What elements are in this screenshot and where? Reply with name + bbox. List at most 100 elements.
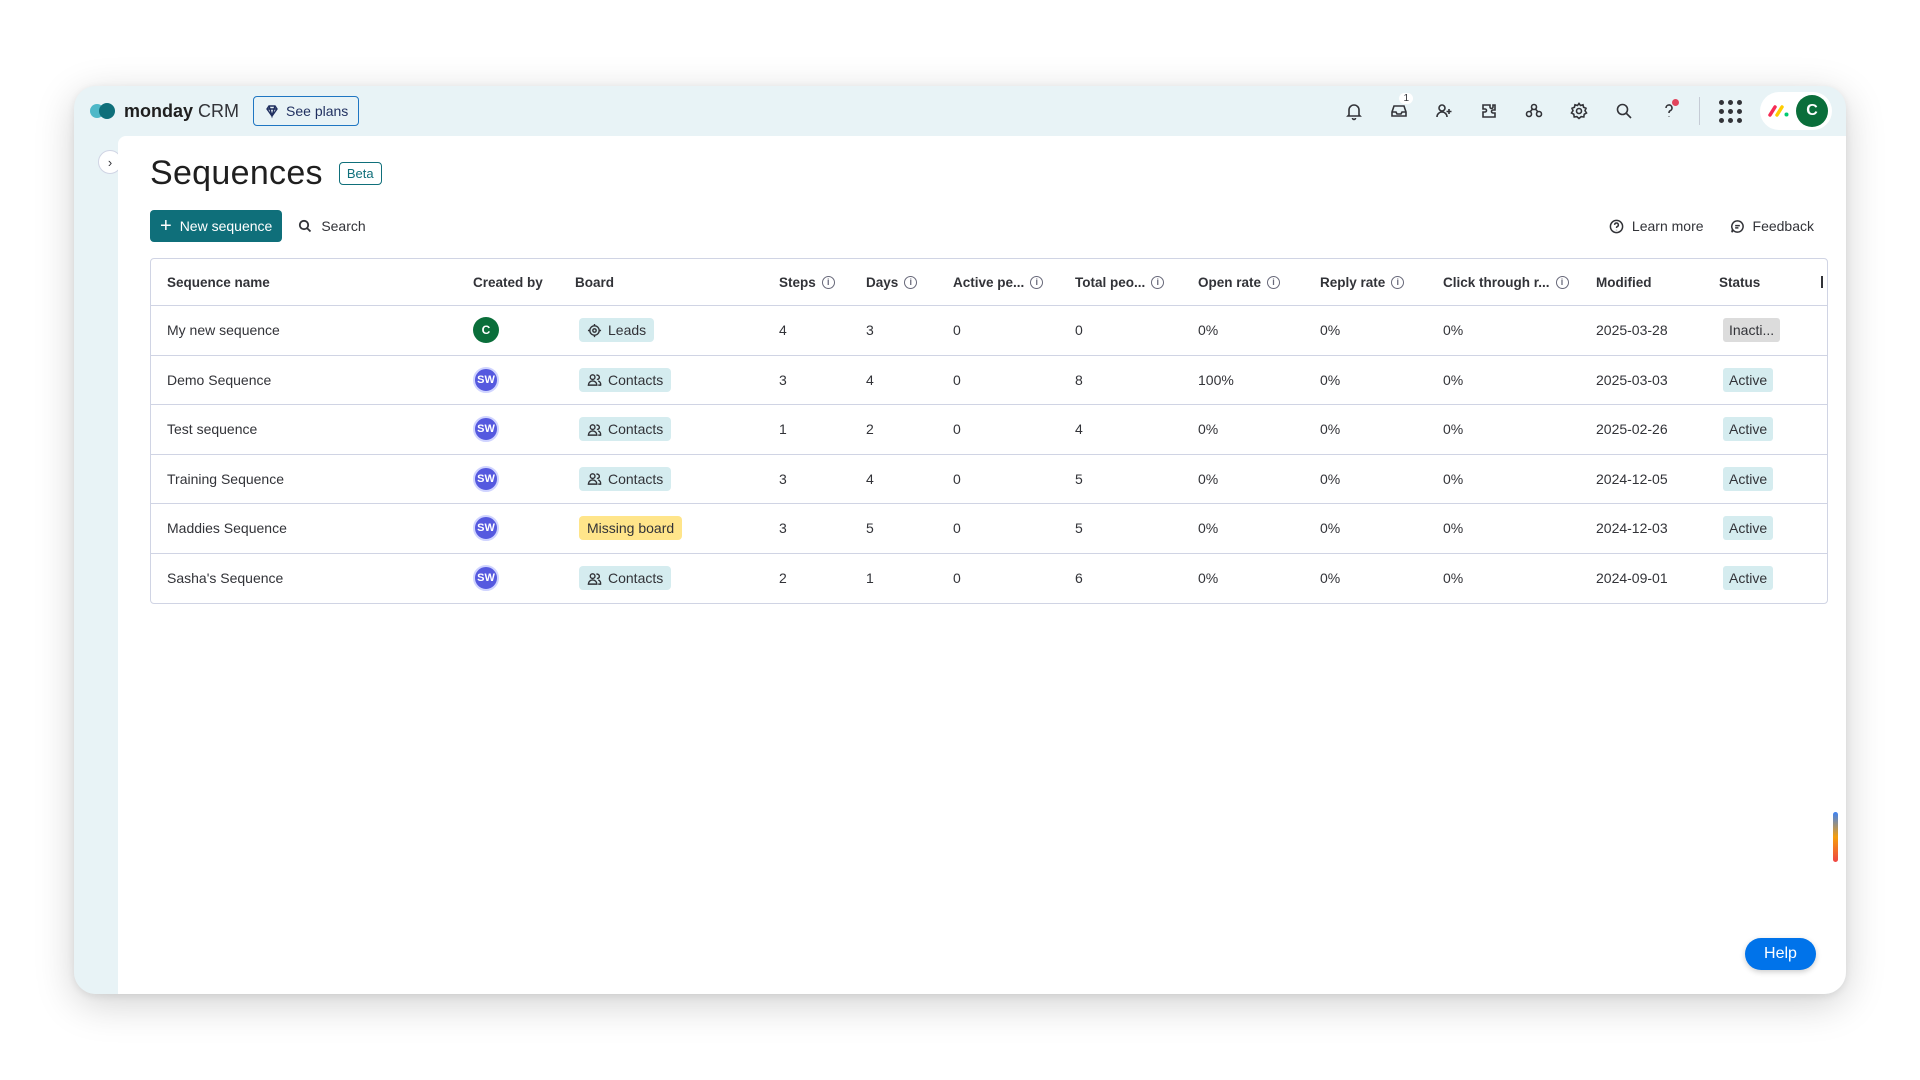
info-icon[interactable]: i [904,275,918,289]
header-total-people[interactable]: Total peo... i [1059,259,1182,305]
table-row[interactable]: My new sequence C Leads 4 3 0 0 0% 0% 0%… [151,306,1827,356]
integrations-button[interactable] [1466,91,1511,131]
header-sequence-name[interactable]: Sequence name [151,259,457,305]
marketplace-button[interactable] [1511,91,1556,131]
reply-rate-cell: 0% [1320,470,1341,487]
reply-rate-cell: 0% [1320,371,1341,388]
sequence-name-cell[interactable]: Training Sequence [151,455,457,504]
creator-avatar[interactable]: SW [473,416,499,443]
board-tag[interactable]: Contacts [579,417,672,442]
table-row[interactable]: Maddies Sequence SW Missing board 3 5 0 … [151,504,1827,554]
days-cell: 3 [866,322,874,339]
overflow-cell [1805,554,1827,604]
sequence-name-cell[interactable]: Sasha's Sequence [151,554,457,604]
marketplace-icon [1525,103,1542,118]
open-rate-cell: 100% [1198,371,1234,388]
board-cell: Contacts [559,405,763,454]
creator-avatar[interactable]: SW [473,565,499,592]
board-tag[interactable]: Contacts [579,367,672,392]
steps-cell: 1 [779,421,787,438]
info-icon[interactable]: i [1151,275,1165,289]
board-tag[interactable]: Contacts [579,466,672,491]
total-people-cell: 5 [1075,520,1083,537]
notification-dot [1672,99,1679,106]
board-label: Contacts [608,371,664,388]
header-board[interactable]: Board [559,259,763,305]
status-cell: Active [1703,356,1805,405]
sequence-name-cell[interactable]: Test sequence [151,405,457,454]
monday-logo[interactable]: monday CRM [90,101,239,122]
see-plans-button[interactable]: See plans [253,96,360,126]
status-badge[interactable]: Active [1723,566,1774,591]
board-tag[interactable]: Leads [579,318,655,343]
page-title: Sequences [150,154,323,192]
header-links: Learn more Feedback [1609,218,1814,234]
page-header: Sequences Beta [150,154,382,193]
beta-badge: Beta [338,162,382,185]
board-label: Contacts [608,470,664,487]
info-icon[interactable]: i [1391,275,1405,289]
board-tag[interactable]: Contacts [579,566,672,591]
board-label: Contacts [608,421,664,438]
inbox-button[interactable]: 1 [1376,91,1421,131]
board-tag[interactable]: Missing board [579,516,683,541]
invite-members-button[interactable] [1421,91,1466,131]
header-reply-rate[interactable]: Reply rate i [1304,259,1427,305]
global-search-button[interactable] [1601,91,1646,131]
table-row[interactable]: Demo Sequence SW Contacts 3 4 0 8 100% 0… [151,356,1827,405]
header-click-through-rate[interactable]: Click through r... i [1427,259,1580,305]
status-badge[interactable]: Active [1723,367,1774,392]
scroll-indicator[interactable] [1833,812,1838,862]
days-cell: 4 [866,470,874,487]
overflow-cell [1805,455,1827,504]
info-icon[interactable]: i [1267,275,1281,289]
header-created-by[interactable]: Created by [457,259,559,305]
new-sequence-button[interactable]: + New sequence [150,210,283,242]
sequence-name: Test sequence [167,421,258,438]
creator-avatar[interactable]: C [473,317,499,344]
info-icon[interactable]: i [1555,275,1569,289]
total-people-cell: 6 [1075,570,1083,587]
status-badge[interactable]: Active [1723,417,1774,442]
settings-button[interactable] [1556,91,1601,131]
table-row[interactable]: Sasha's Sequence SW Contacts 2 1 0 6 0% … [151,554,1827,604]
question-circle-icon [1609,219,1624,233]
apps-grid-button[interactable] [1708,91,1752,131]
info-icon[interactable]: i [1030,275,1044,289]
steps-cell: 2 [779,570,787,587]
header-status[interactable]: Status [1703,259,1805,305]
top-icon-bar: 1 C [1331,86,1846,136]
header-steps[interactable]: Steps i [763,259,850,305]
creator-avatar[interactable]: SW [473,465,499,492]
table-row[interactable]: Training Sequence SW Contacts 3 4 0 5 0%… [151,455,1827,504]
board-cell: Contacts [559,455,763,504]
feedback-label: Feedback [1752,218,1814,234]
search-input[interactable]: Search [298,218,366,234]
open-rate-cell: 0% [1198,570,1219,587]
header-modified[interactable]: Modified [1580,259,1703,305]
help-button[interactable]: Help [1745,938,1816,970]
brand-name: monday [124,100,194,121]
info-icon[interactable]: i [821,275,835,289]
status-badge[interactable]: Inacti... [1723,318,1781,343]
header-days[interactable]: Days i [850,259,937,305]
status-badge[interactable]: Active [1723,466,1774,491]
notifications-button[interactable] [1331,91,1376,131]
table-row[interactable]: Test sequence SW Contacts 1 2 0 4 0% 0% … [151,405,1827,455]
chevron-right-icon: › [107,154,113,170]
header-open-rate[interactable]: Open rate i [1182,259,1304,305]
reply-rate-cell: 0% [1320,322,1341,339]
help-menu-button[interactable] [1646,91,1691,131]
feedback-link[interactable]: Feedback [1730,218,1814,234]
sequence-name-cell[interactable]: Maddies Sequence [151,504,457,553]
creator-avatar[interactable]: SW [473,366,499,393]
search-icon [299,219,312,233]
creator-avatar[interactable]: SW [473,515,499,542]
sequence-name-cell[interactable]: My new sequence [151,306,457,355]
status-badge[interactable]: Active [1723,516,1774,541]
overflow-cell [1805,405,1827,454]
sequence-name-cell[interactable]: Demo Sequence [151,356,457,405]
learn-more-link[interactable]: Learn more [1609,218,1704,234]
header-active-people[interactable]: Active pe... i [937,259,1059,305]
account-menu[interactable]: C [1760,92,1832,130]
